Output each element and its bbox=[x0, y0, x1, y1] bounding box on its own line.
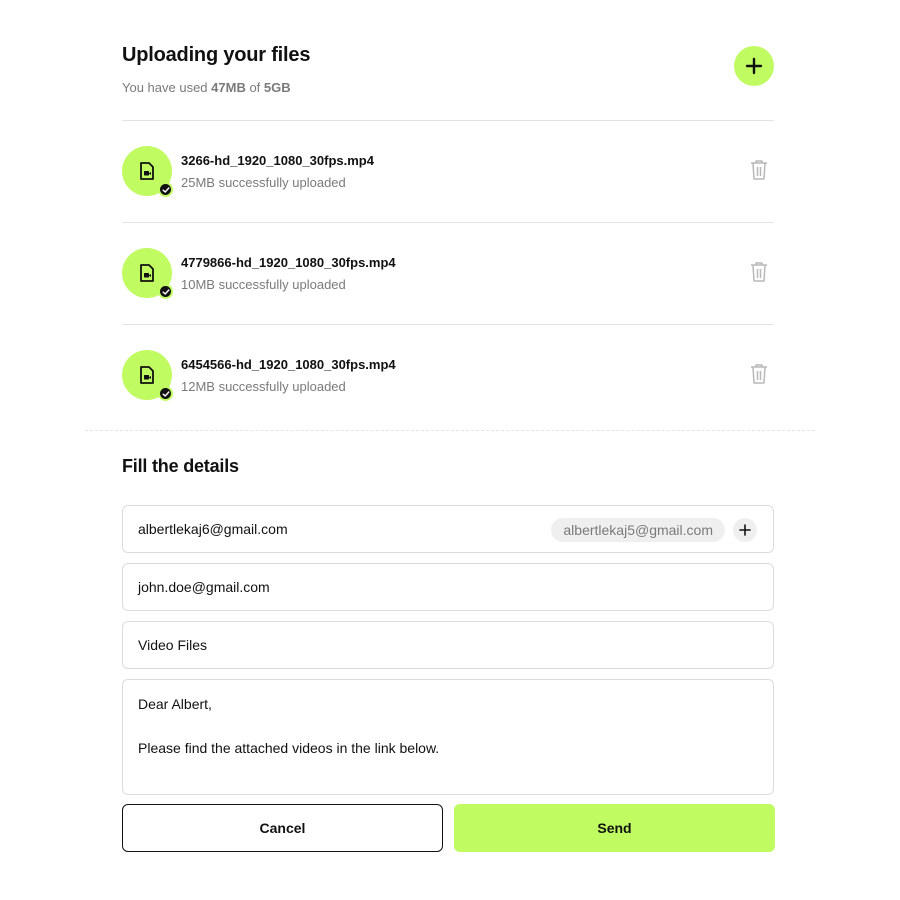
add-recipient-button[interactable] bbox=[733, 518, 757, 542]
subject-value: Video Files bbox=[138, 637, 208, 653]
check-icon bbox=[162, 390, 169, 397]
subject-field[interactable]: Video Files bbox=[122, 621, 774, 669]
to-email-value: john.doe@gmail.com bbox=[138, 579, 270, 595]
upload-panel: Uploading your files You have used 47MB … bbox=[122, 0, 774, 427]
from-email-field[interactable]: albertlekaj6@gmail.com albertlekaj5@gmai… bbox=[122, 505, 774, 553]
file-status: 10MB successfully uploaded bbox=[181, 277, 346, 292]
add-file-button[interactable] bbox=[734, 46, 774, 86]
usage-prefix: You have used bbox=[122, 80, 212, 95]
send-button[interactable]: Send bbox=[454, 804, 775, 852]
file-avatar bbox=[122, 248, 173, 299]
usage-used: 47MB bbox=[211, 80, 246, 95]
plus-icon bbox=[739, 524, 751, 536]
uploaded-check-badge bbox=[158, 284, 173, 299]
file-name: 4779866-hd_1920_1080_30fps.mp4 bbox=[181, 255, 396, 270]
file-row: 3266-hd_1920_1080_30fps.mp4 25MB success… bbox=[122, 121, 774, 223]
message-textarea[interactable]: Dear Albert, Please find the attached vi… bbox=[122, 679, 774, 795]
usage-mid: of bbox=[245, 80, 264, 95]
upload-header: Uploading your files You have used 47MB … bbox=[122, 0, 774, 121]
check-icon bbox=[162, 288, 169, 295]
file-status: 25MB successfully uploaded bbox=[181, 175, 346, 190]
trash-icon[interactable] bbox=[750, 261, 768, 283]
details-form: Fill the details albertlekaj6@gmail.com … bbox=[122, 456, 775, 852]
uploaded-check-badge bbox=[158, 386, 173, 401]
video-file-icon bbox=[140, 162, 154, 180]
storage-usage: You have used 47MB of 5GB bbox=[122, 80, 291, 95]
file-row: 4779866-hd_1920_1080_30fps.mp4 10MB succ… bbox=[122, 223, 774, 325]
file-row: 6454566-hd_1920_1080_30fps.mp4 12MB succ… bbox=[122, 325, 774, 427]
file-avatar bbox=[122, 350, 173, 401]
page-title: Uploading your files bbox=[122, 44, 311, 66]
video-file-icon bbox=[140, 264, 154, 282]
file-status: 12MB successfully uploaded bbox=[181, 379, 346, 394]
usage-total: 5GB bbox=[263, 80, 291, 95]
file-name: 6454566-hd_1920_1080_30fps.mp4 bbox=[181, 357, 396, 372]
details-title: Fill the details bbox=[122, 456, 239, 476]
recipient-chip[interactable]: albertlekaj5@gmail.com bbox=[551, 518, 725, 542]
section-divider bbox=[85, 430, 815, 431]
to-email-field[interactable]: john.doe@gmail.com bbox=[122, 563, 774, 611]
check-icon bbox=[162, 186, 169, 193]
trash-icon[interactable] bbox=[750, 363, 768, 385]
trash-icon[interactable] bbox=[750, 159, 768, 181]
video-file-icon bbox=[140, 366, 154, 384]
from-email-value: albertlekaj6@gmail.com bbox=[138, 521, 288, 537]
file-avatar bbox=[122, 146, 173, 197]
message-line: Dear Albert, bbox=[138, 696, 212, 712]
file-name: 3266-hd_1920_1080_30fps.mp4 bbox=[181, 153, 374, 168]
plus-icon bbox=[745, 57, 763, 75]
uploaded-check-badge bbox=[158, 182, 173, 197]
cancel-button[interactable]: Cancel bbox=[122, 804, 443, 852]
message-line: Please find the attached videos in the l… bbox=[138, 740, 440, 756]
